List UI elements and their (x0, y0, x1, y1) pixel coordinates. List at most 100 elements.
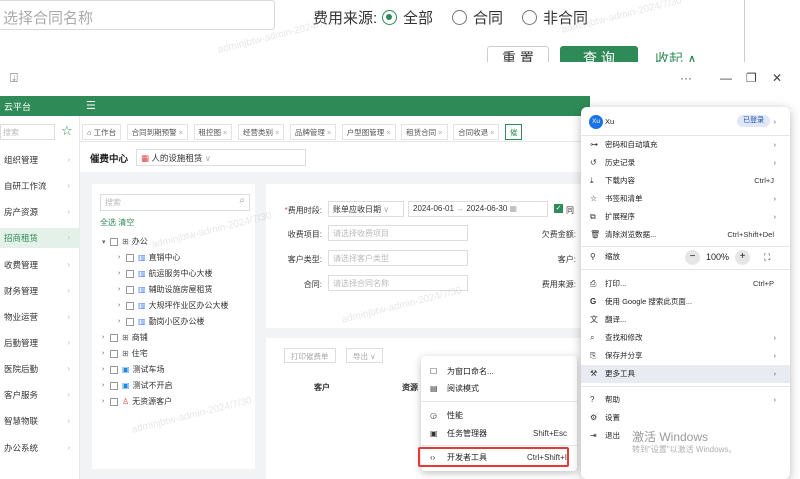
tree-node[interactable]: › ▥ 航运服务中心大楼 (118, 268, 213, 279)
contract-select[interactable]: 请选择合同名称 (328, 275, 468, 291)
tree-node[interactable]: › ♙ 无资源客户 (102, 396, 172, 407)
menu-item-help[interactable]: ? 帮助 › (581, 391, 790, 409)
checkbox[interactable] (110, 365, 118, 374)
checkbox[interactable] (110, 349, 118, 358)
expand-arrow-icon[interactable]: › (118, 254, 126, 261)
sidebar-search-input[interactable]: 搜索 (0, 124, 55, 140)
reset-button-zoomed[interactable]: 重 置 (487, 46, 549, 62)
menu-item-google-search[interactable]: G 使用 Google 搜索此页面... (581, 293, 790, 311)
scope-select[interactable]: ▦ 人的设施租赁 ∨ (136, 149, 306, 166)
expand-arrow-icon[interactable]: › (102, 334, 110, 341)
tab-close-icon[interactable]: × (223, 128, 227, 137)
tab-floor-plan[interactable]: 户型图管理 × (341, 124, 396, 140)
tab-close-icon[interactable]: × (438, 128, 442, 137)
menu-item-history[interactable]: ↺ 历史记录 › (581, 154, 790, 172)
checkbox[interactable] (110, 237, 118, 246)
profile-row[interactable]: Xu Xu 已登录 › (581, 111, 790, 133)
checkbox[interactable] (126, 301, 134, 310)
expand-arrow-icon[interactable]: › (118, 318, 126, 325)
menu-item-settings[interactable]: ⚙ 设置 (581, 409, 790, 427)
tab-close-icon[interactable]: × (275, 128, 279, 137)
expand-arrow-icon[interactable]: › (102, 366, 110, 373)
sidebar-item[interactable]: 医院后勤 › (0, 359, 80, 379)
menu-toggle-icon[interactable]: ☰ (86, 99, 96, 112)
sidebar-item[interactable]: 财务管理 › (0, 281, 80, 301)
tab-lease-map[interactable]: 租控图 × (193, 124, 233, 140)
menu-item-passwords[interactable]: ⊶ 密码和自动填充 › (581, 136, 790, 154)
sidebar-item[interactable]: 智慧物联 › (0, 411, 80, 431)
sidebar-item[interactable]: 组织管理 › (0, 150, 80, 170)
tree-node[interactable]: › ▥ 直销中心 (118, 252, 181, 263)
checkbox[interactable] (110, 397, 118, 406)
select-all-link[interactable]: 全选 (100, 218, 116, 227)
tab-close-icon[interactable]: × (179, 128, 183, 137)
minimize-icon[interactable]: — (720, 71, 732, 85)
checkbox[interactable] (110, 381, 118, 390)
collapse-link-zoomed[interactable]: 收起 ∧ (655, 49, 697, 62)
more-menu-icon[interactable]: ··· (680, 71, 692, 85)
tree-node[interactable]: › ▣ 测试车场 (102, 364, 165, 375)
tree-node[interactable]: › ▥ 辅助设施房屋租赁 (118, 284, 213, 295)
tab-close-icon[interactable]: × (327, 128, 331, 137)
contract-name-input-zoomed[interactable]: 选择合同名称 (0, 0, 275, 30)
tree-node[interactable]: › ⊞ 商铺 (102, 332, 148, 343)
customer-type-select[interactable]: 请选择客户类型 (328, 250, 468, 266)
fullscreen-icon[interactable]: ⛶ (764, 248, 770, 266)
radio-contract[interactable]: 合同 (452, 7, 503, 28)
checkbox[interactable] (126, 285, 134, 294)
sidebar-item[interactable]: 收费管理 › (0, 255, 80, 275)
zoom-in-button[interactable]: + (735, 250, 750, 265)
radio-non-contract[interactable]: 非合同 (522, 7, 588, 28)
menu-item-more-tools[interactable]: ⚒ 更多工具 › (581, 365, 790, 383)
tab-contract-refund[interactable]: 合同收退 × (453, 124, 500, 140)
expand-arrow-icon[interactable]: › (102, 350, 110, 357)
search-icon[interactable]: ⌕ (239, 195, 245, 206)
zoom-out-button[interactable]: − (685, 250, 700, 265)
sidebar-item[interactable]: 自研工作流 › (0, 176, 80, 196)
tree-node[interactable]: › ▥ 大规坪作业区办公大楼 (118, 300, 229, 311)
expand-arrow-icon[interactable]: › (102, 398, 110, 405)
tab-brand[interactable]: 品牌管理 × (289, 124, 337, 140)
radio-all[interactable]: 全部 (382, 7, 433, 28)
sidebar-item[interactable]: 客户服务 › (0, 385, 80, 405)
export-button[interactable]: 导出 ∨ (346, 348, 383, 363)
tab-lease-contract[interactable]: 租赁合同 × (401, 124, 448, 140)
menu-item-bookmarks[interactable]: ☆ 书签和清单 › (581, 190, 790, 208)
download-tray-icon[interactable]: ⍗ (10, 70, 18, 86)
query-button-zoomed[interactable]: 查 询 (560, 46, 638, 62)
tree-node[interactable]: ▾ ⊞ 办公 (102, 236, 148, 247)
tree-node[interactable]: › ⊞ 住宅 (102, 348, 148, 359)
sidebar-item[interactable]: 后勤管理 › (0, 333, 80, 353)
print-collection-button[interactable]: 打印催费单 (284, 348, 336, 363)
menu-item-translate[interactable]: 文翻译... (581, 311, 790, 329)
menu-item-print[interactable]: ⎙ 打印... Ctrl+P (581, 275, 790, 293)
submenu-item-name-window[interactable]: ☐ 为窗口命名... (421, 363, 577, 381)
date-range-picker[interactable]: 2024-06-01 → 2024-06-30 ▦ (408, 201, 548, 217)
checkbox[interactable] (110, 333, 118, 342)
tree-node[interactable]: › ▣ 测试不开启 (102, 380, 173, 391)
menu-item-find[interactable]: ⌕ 查找和修改 › (581, 329, 790, 347)
fee-item-select[interactable]: 请选择收费项目 (328, 225, 468, 241)
checkbox[interactable] (126, 253, 134, 262)
tree-search-input[interactable]: 搜索 ⌕ (100, 194, 250, 211)
checkbox[interactable] (126, 269, 134, 278)
checkbox-checked-icon[interactable]: ✓ (554, 204, 563, 213)
sidebar-item[interactable]: 办公系统 › (0, 438, 80, 458)
clear-link[interactable]: 清空 (118, 218, 134, 227)
restore-icon[interactable]: ❐ (746, 71, 757, 85)
menu-item-clear-data[interactable]: 🗑 清除浏览数据... Ctrl+Shift+Del (581, 226, 790, 244)
close-icon[interactable]: ✕ (772, 71, 782, 85)
checkbox[interactable] (126, 317, 134, 326)
menu-item-downloads[interactable]: ⤓ 下载内容 Ctrl+J (581, 172, 790, 190)
expand-arrow-icon[interactable]: › (118, 302, 126, 309)
tab-business-category[interactable]: 经营类别 × (237, 124, 285, 140)
expand-arrow-icon[interactable]: › (102, 382, 110, 389)
submenu-item-reading-mode[interactable]: ▤ 阅读模式 (421, 380, 577, 398)
sidebar-item-active[interactable]: 招商租赁 › (0, 228, 80, 248)
tab-close-icon[interactable]: × (386, 128, 390, 137)
tab-collection-center[interactable]: 催 (504, 124, 523, 140)
expand-arrow-icon[interactable]: › (118, 286, 126, 293)
fee-period-type-select[interactable]: 账单应收日期 ∨ (328, 201, 404, 217)
tree-node[interactable]: › ▥ 勤岗小区办公楼 (118, 316, 205, 327)
sidebar-item[interactable]: 物业运营 › (0, 307, 80, 327)
